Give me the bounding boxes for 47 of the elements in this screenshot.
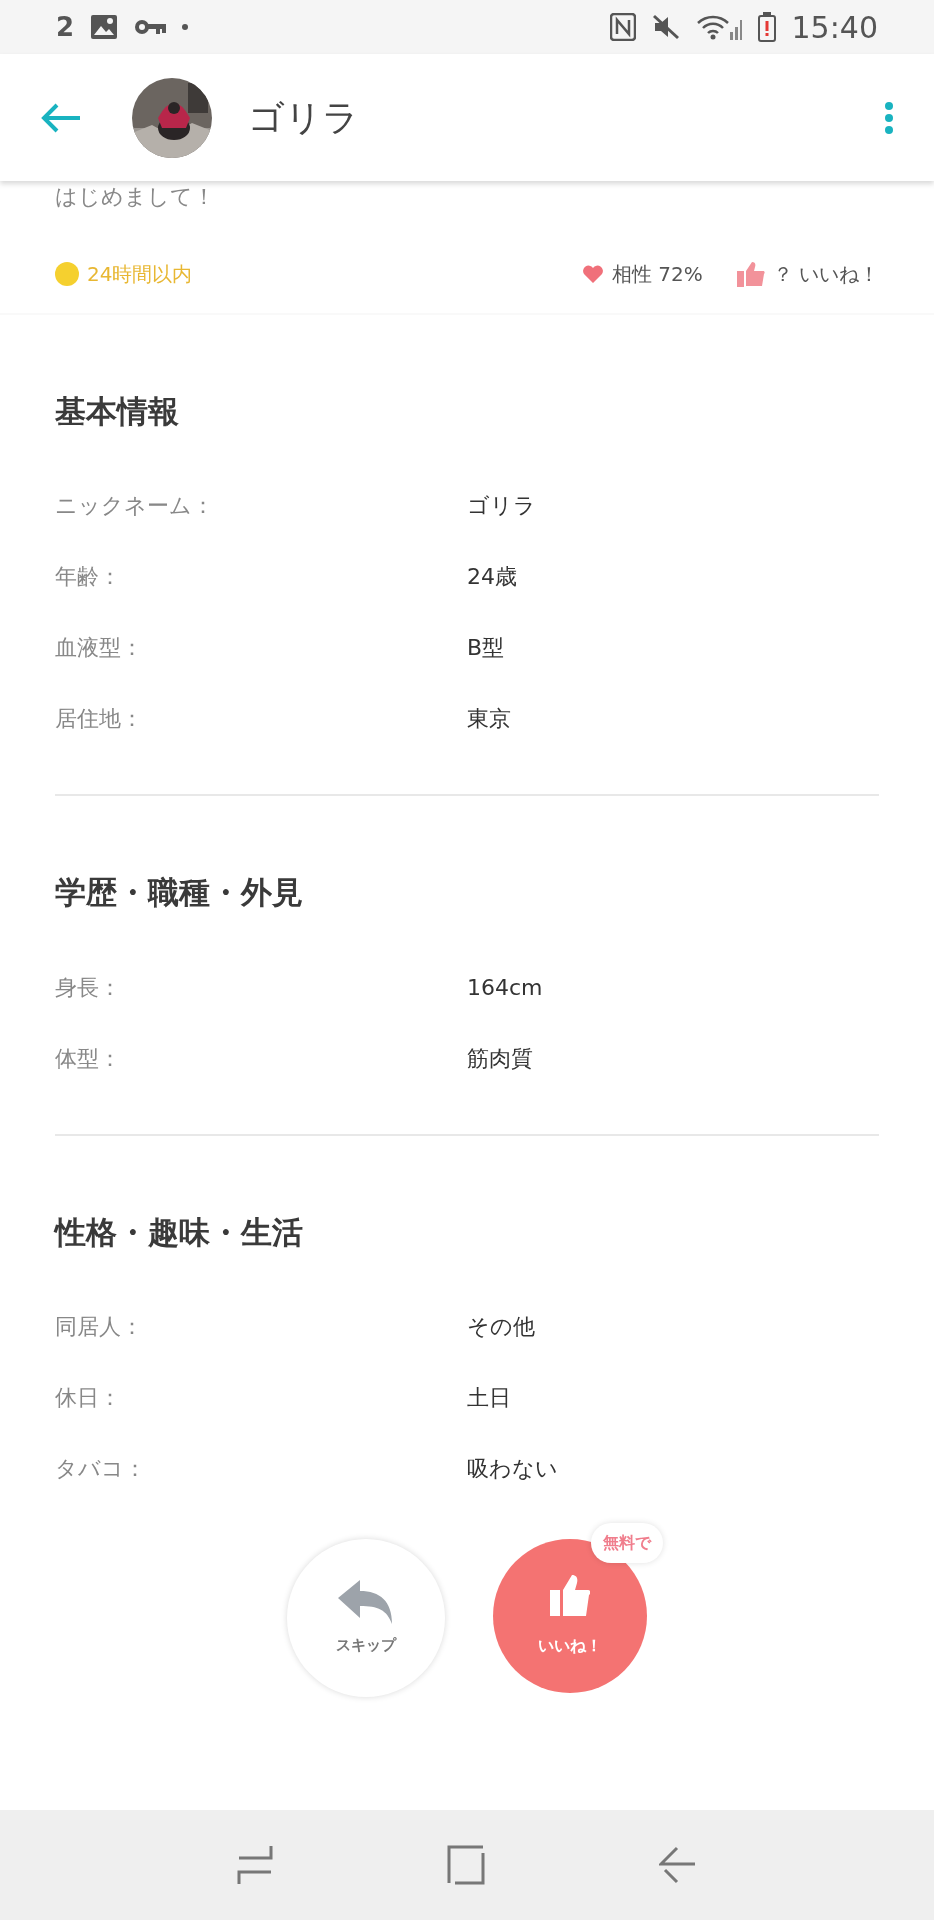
field-value: B型 — [467, 634, 505, 663]
field-label: 血液型： — [55, 634, 144, 663]
field-label: ニックネーム： — [55, 492, 215, 521]
field-value: 164cm — [467, 973, 543, 1002]
field-label: タバコ： — [55, 1454, 147, 1483]
field-label: 居住地： — [55, 705, 144, 734]
greeting-text: はじめまして！ — [54, 183, 216, 210]
notification-count: 2 — [56, 10, 75, 44]
field-label: 同居人： — [55, 1312, 144, 1341]
free-badge: 無料で — [591, 1522, 663, 1563]
mute-icon — [651, 14, 680, 40]
section-title: 性格・趣味・生活 — [55, 1213, 304, 1251]
home-icon[interactable] — [447, 1845, 485, 1885]
field-value: 土日 — [467, 1383, 511, 1412]
thumbs-up-icon — [550, 1573, 590, 1616]
back-icon[interactable] — [659, 1846, 697, 1884]
more-icon[interactable] — [884, 100, 894, 135]
profile-name: ゴリラ — [248, 95, 359, 140]
field-label: 身長： — [55, 973, 122, 1002]
battery-icon — [757, 12, 776, 42]
image-icon — [90, 14, 119, 40]
field-value: 吸わない — [467, 1454, 558, 1483]
section-title: 学歴・職種・外見 — [55, 874, 304, 912]
compatibility-text: 相性 72% — [611, 261, 703, 289]
likes-text: ？ いいね！ — [772, 261, 879, 289]
field-value: その他 — [467, 1312, 535, 1341]
field-label: 休日： — [55, 1383, 122, 1412]
field-label: 体型： — [55, 1044, 122, 1073]
heart-icon — [581, 264, 604, 285]
clock-time: 15:40 — [791, 8, 878, 47]
skip-button[interactable]: スキップ — [287, 1538, 445, 1697]
field-value: ゴリラ — [467, 492, 536, 521]
reply-arrow-icon — [338, 1579, 394, 1624]
dot-icon — [182, 24, 189, 30]
activity-text: 24時間以内 — [87, 261, 193, 289]
section-title: 基本情報 — [55, 393, 180, 431]
field-value: 東京 — [467, 705, 511, 734]
thumbs-up-icon — [736, 261, 765, 288]
status-dot-icon — [55, 262, 79, 287]
wifi-icon — [695, 14, 742, 40]
field-value: 24歳 — [467, 563, 517, 592]
recent-apps-icon[interactable] — [237, 1844, 273, 1886]
field-value: 筋肉質 — [467, 1044, 533, 1073]
field-label: 年齢： — [55, 563, 122, 592]
back-icon[interactable] — [40, 101, 82, 134]
key-icon — [134, 18, 167, 36]
nfc-icon — [609, 13, 636, 41]
